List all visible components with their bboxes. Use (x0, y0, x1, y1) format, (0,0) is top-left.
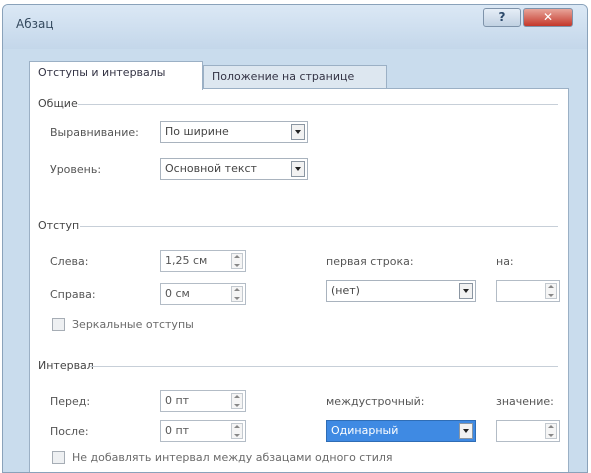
first-line-label: первая строка: (326, 255, 414, 268)
alignment-select[interactable]: По ширине (160, 121, 308, 143)
line-spacing-value: Одинарный (331, 424, 399, 437)
spacing-separator (90, 366, 558, 367)
chevron-down-icon[interactable] (459, 283, 473, 299)
paragraph-dialog: Абзац ? ✕ Отступы и интервалы Положение … (2, 4, 588, 473)
close-button[interactable]: ✕ (523, 8, 573, 27)
general-separator (78, 104, 558, 105)
level-select[interactable]: Основной текст (160, 158, 308, 180)
level-value: Основной текст (165, 162, 257, 175)
spacing-before-label: Перед: (50, 395, 91, 408)
indent-right-value: 0 см (165, 287, 190, 300)
indent-right-label: Справа: (50, 288, 96, 301)
alignment-value: По ширине (165, 125, 229, 138)
indent-group-title: Отступ (38, 219, 80, 232)
mirror-indents-label[interactable]: Зеркальные отступы (72, 318, 194, 331)
tab-panel: Общие Выравнивание: По ширине Уровень: О… (29, 88, 569, 472)
help-icon: ? (498, 10, 506, 24)
line-spacing-label: междустрочный: (326, 395, 425, 408)
spacing-before-stepper[interactable]: 0 пт (160, 390, 246, 412)
spacing-after-stepper[interactable]: 0 пт (160, 420, 246, 442)
spinner-arrows-icon[interactable] (545, 283, 557, 299)
spacing-value-label: значение: (496, 395, 554, 408)
first-line-select[interactable]: (нет) (326, 280, 476, 302)
no-space-same-style-label[interactable]: Не добавлять интервал между абзацами одн… (72, 451, 393, 464)
indent-by-stepper[interactable] (496, 280, 560, 302)
help-button[interactable]: ? (483, 8, 521, 27)
first-line-value: (нет) (331, 284, 360, 297)
indent-left-stepper[interactable]: 1,25 см (160, 250, 246, 272)
close-icon: ✕ (542, 10, 554, 24)
spacing-value-stepper[interactable] (496, 420, 560, 442)
spinner-arrows-icon[interactable] (545, 423, 557, 439)
title-bar[interactable]: Абзац ? ✕ (3, 5, 587, 49)
level-label: Уровень: (50, 163, 102, 176)
indent-left-label: Слева: (50, 255, 89, 268)
indent-separator (80, 226, 558, 227)
mirror-indents-checkbox[interactable] (52, 318, 65, 331)
chevron-down-icon[interactable] (291, 161, 305, 177)
spinner-arrows-icon[interactable] (231, 286, 243, 302)
spacing-before-value: 0 пт (165, 394, 190, 407)
chevron-down-icon[interactable] (459, 423, 473, 439)
spinner-arrows-icon[interactable] (231, 393, 243, 409)
indent-by-label: на: (496, 255, 514, 268)
spinner-arrows-icon[interactable] (231, 253, 243, 269)
alignment-label: Выравнивание: (50, 126, 139, 139)
spacing-after-label: После: (50, 425, 89, 438)
tab-page-position[interactable]: Положение на странице (203, 65, 387, 89)
dialog-title: Абзац (16, 17, 54, 31)
chevron-down-icon[interactable] (291, 124, 305, 140)
no-space-same-style-checkbox[interactable] (52, 451, 65, 464)
tab-label: Положение на странице (212, 70, 355, 83)
spacing-group-title: Интервал (38, 359, 94, 372)
indent-left-value: 1,25 см (165, 254, 208, 267)
indent-right-stepper[interactable]: 0 см (160, 283, 246, 305)
general-group-title: Общие (38, 97, 78, 110)
tab-indents-spacing[interactable]: Отступы и интервалы (29, 61, 203, 90)
tab-label: Отступы и интервалы (38, 66, 166, 79)
spinner-arrows-icon[interactable] (231, 423, 243, 439)
spacing-after-value: 0 пт (165, 424, 190, 437)
line-spacing-select[interactable]: Одинарный (326, 420, 476, 442)
